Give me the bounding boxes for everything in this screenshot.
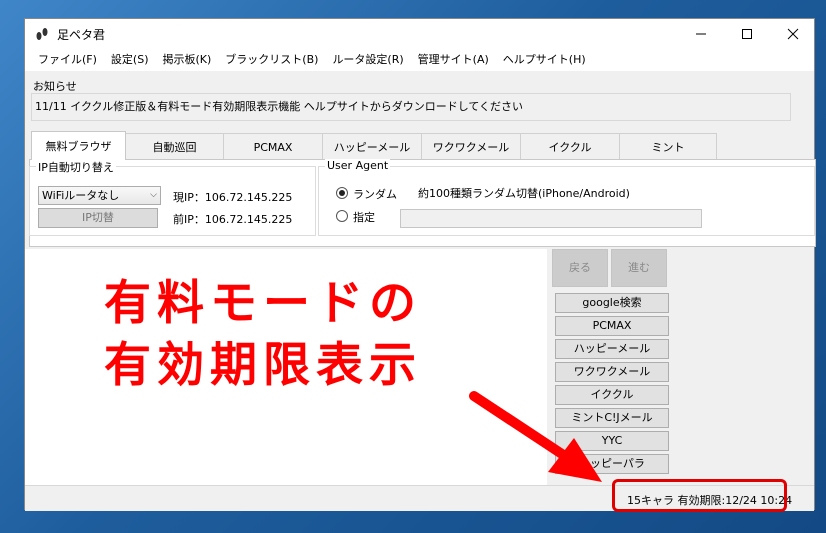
tab-free-browser[interactable]: 無料ブラウザ	[31, 131, 126, 160]
annotation-arrow-icon	[469, 391, 602, 482]
expiry-highlight-box	[612, 479, 787, 512]
